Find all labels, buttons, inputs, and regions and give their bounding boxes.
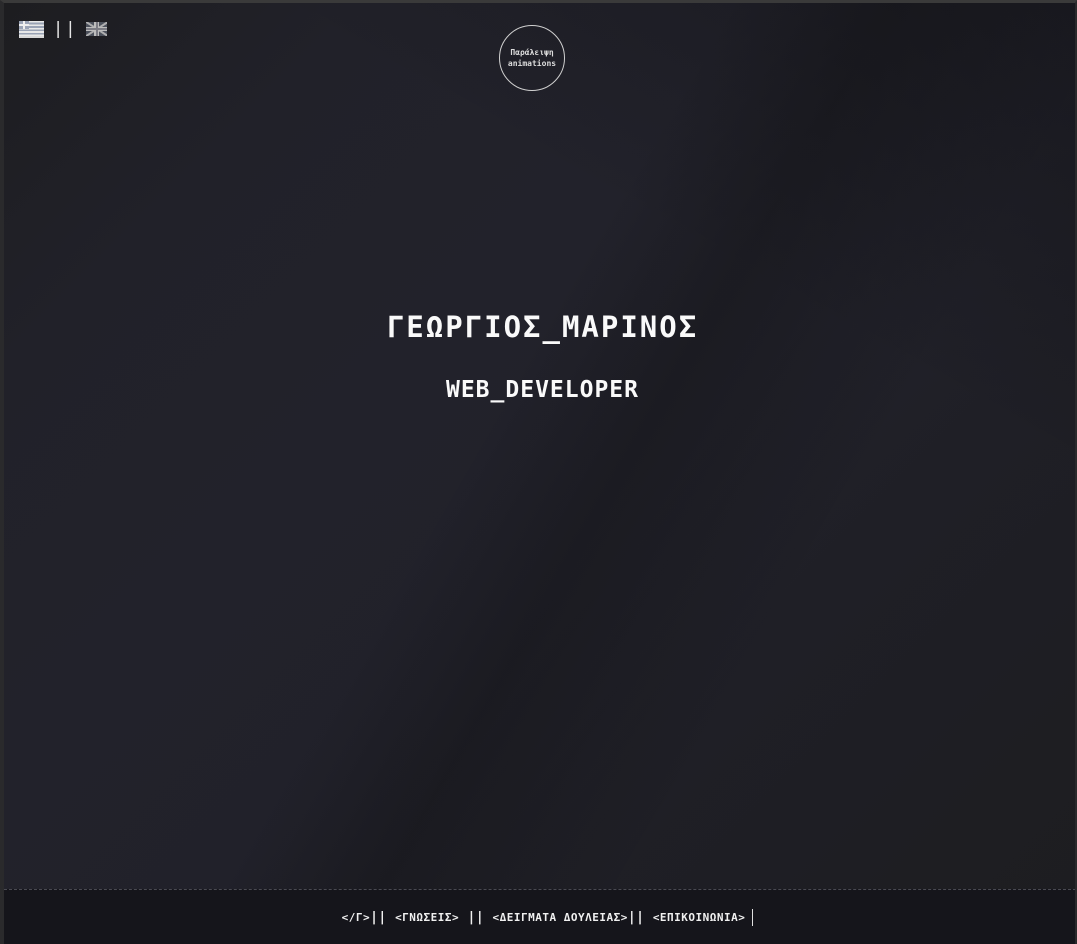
- greek-flag-icon[interactable]: [19, 20, 44, 38]
- skip-animations-button[interactable]: Παράλειψη animations: [499, 25, 565, 91]
- skip-animations-line1: Παράλειψη: [510, 48, 554, 57]
- skip-animations-line2: animations: [507, 59, 557, 68]
- hero-name: ΓΕΩΡΓΙΟΣ_ΜΑΡΙΝΟΣ: [386, 310, 699, 344]
- nav-separator: ||: [627, 909, 653, 925]
- page-frame: || Παράλειψη animations ΓΕΩΡΓΙΟΣ_ΜΑΡΙΝΟΣ…: [0, 0, 1077, 944]
- nav-contact-link[interactable]: <ΕΠΙΚΟΙΝΩΝΙΑ>: [653, 911, 746, 924]
- language-separator: ||: [53, 19, 78, 39]
- nav-work-samples-link[interactable]: <ΔΕΙΓΜΑΤΑ ΔΟΥΛΕΙΑΣ>: [492, 911, 627, 924]
- nav-home-link[interactable]: </Γ>: [342, 911, 371, 924]
- hero-role: WEB_DEVELOPER: [445, 377, 639, 403]
- text-cursor: [752, 908, 754, 926]
- bottom-nav: </Γ> || <ΓΝΩΣΕΙΣ> || <ΔΕΙΓΜΑΤΑ ΔΟΥΛΕΙΑΣ>…: [4, 889, 1075, 944]
- nav-separator: ||: [370, 909, 396, 925]
- language-switch: ||: [19, 19, 108, 39]
- nav-separator: ||: [459, 909, 493, 925]
- uk-flag-icon[interactable]: [86, 22, 108, 36]
- background-shade: [4, 3, 1075, 944]
- nav-knowledge-link[interactable]: <ΓΝΩΣΕΙΣ>: [395, 911, 459, 924]
